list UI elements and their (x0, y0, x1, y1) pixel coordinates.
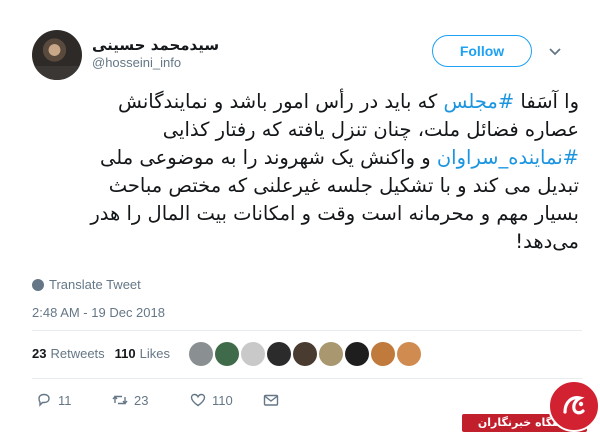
direct-message-button[interactable] (263, 392, 279, 408)
tweet-line: می‌دهد! (30, 228, 579, 256)
translate-label: Translate Tweet (49, 277, 141, 292)
liker-avatar[interactable] (241, 342, 265, 366)
avatar[interactable] (32, 30, 82, 80)
liker-avatar[interactable] (371, 342, 395, 366)
heart-icon (190, 393, 206, 407)
liker-avatar[interactable] (293, 342, 317, 366)
hashtag-link[interactable]: #مجلس (444, 90, 515, 113)
tweet-text-segment: تبدیل می کند و با تشکیل جلسه غیرعلنی که … (108, 174, 579, 197)
retweets-stat[interactable]: 23 Retweets (32, 346, 105, 361)
tweet-stats: 23 Retweets 110 Likes (32, 346, 180, 361)
liker-avatar[interactable] (267, 342, 291, 366)
watermark-emblem-glyph (563, 396, 585, 415)
tweet-line: #نماینده_سراوان و واکنش یک شهروند را به … (30, 144, 579, 172)
chevron-down-icon[interactable] (548, 44, 562, 58)
tweet-text-segment: می‌دهد! (515, 230, 579, 253)
tweet-text-segment: و واکنش یک شهروند را به موضوعی ملی (100, 146, 437, 169)
follow-button[interactable]: Follow (432, 35, 532, 67)
liker-avatar[interactable] (189, 342, 213, 366)
divider (32, 330, 582, 331)
likes-label: Likes (139, 346, 171, 361)
liker-avatar[interactable] (345, 342, 369, 366)
globe-icon (32, 278, 44, 291)
likes-stat[interactable]: 110 Likes (115, 346, 170, 361)
likes-count: 110 (114, 346, 136, 361)
user-handle[interactable]: @hosseini_info (92, 55, 181, 70)
retweet-count: 23 (134, 392, 149, 408)
tweet-line: تبدیل می کند و با تشکیل جلسه غیرعلنی که … (30, 172, 579, 200)
reply-button[interactable]: 11 (36, 392, 72, 408)
liker-avatar[interactable] (397, 342, 421, 366)
reply-icon (38, 393, 50, 407)
liker-avatar[interactable] (319, 342, 343, 366)
timestamp[interactable]: 2:48 AM - 19 Dec 2018 (32, 305, 165, 320)
like-count: 110 (212, 392, 233, 408)
reply-count: 11 (58, 392, 72, 408)
envelope-icon (263, 394, 279, 406)
hashtag-link[interactable]: #نماینده_سراوان (437, 146, 579, 169)
translate-tweet-link[interactable]: Translate Tweet (32, 277, 141, 292)
tweet-line: بسیار مهم و محرمانه است وقت و امکانات بی… (30, 200, 579, 228)
retweets-label: Retweets (50, 346, 105, 361)
tweet-line: وا آسَفا #مجلس که باید در رأس امور باشد … (30, 88, 579, 116)
liker-avatar[interactable] (215, 342, 239, 366)
likers-avatars (189, 342, 423, 366)
like-button[interactable]: 110 (190, 392, 233, 408)
retweets-count: 23 (32, 346, 47, 361)
tweet-line: عصاره فضائل ملت، چنان تنزل یافته که رفتا… (30, 116, 579, 144)
display-name[interactable]: سیدمحمد حسینی (92, 36, 219, 54)
tweet-text: وا آسَفا #مجلس که باید در رأس امور باشد … (30, 88, 579, 256)
retweet-icon (112, 395, 128, 405)
avatar-background (32, 66, 82, 80)
tweet-text-segment: که باید در رأس امور باشد و نمایندگانش (118, 90, 444, 113)
retweet-button[interactable]: 23 (112, 392, 148, 408)
watermark-emblem (548, 380, 600, 432)
tweet-text-segment: بسیار مهم و محرمانه است وقت و امکانات بی… (90, 202, 579, 225)
tweet-text-segment: عصاره فضائل ملت، چنان تنزل یافته که رفتا… (162, 118, 579, 141)
watermark-logo: باشگاه خبرنگاران (462, 378, 600, 436)
tweet-text-segment: وا آسَفا (514, 90, 579, 113)
